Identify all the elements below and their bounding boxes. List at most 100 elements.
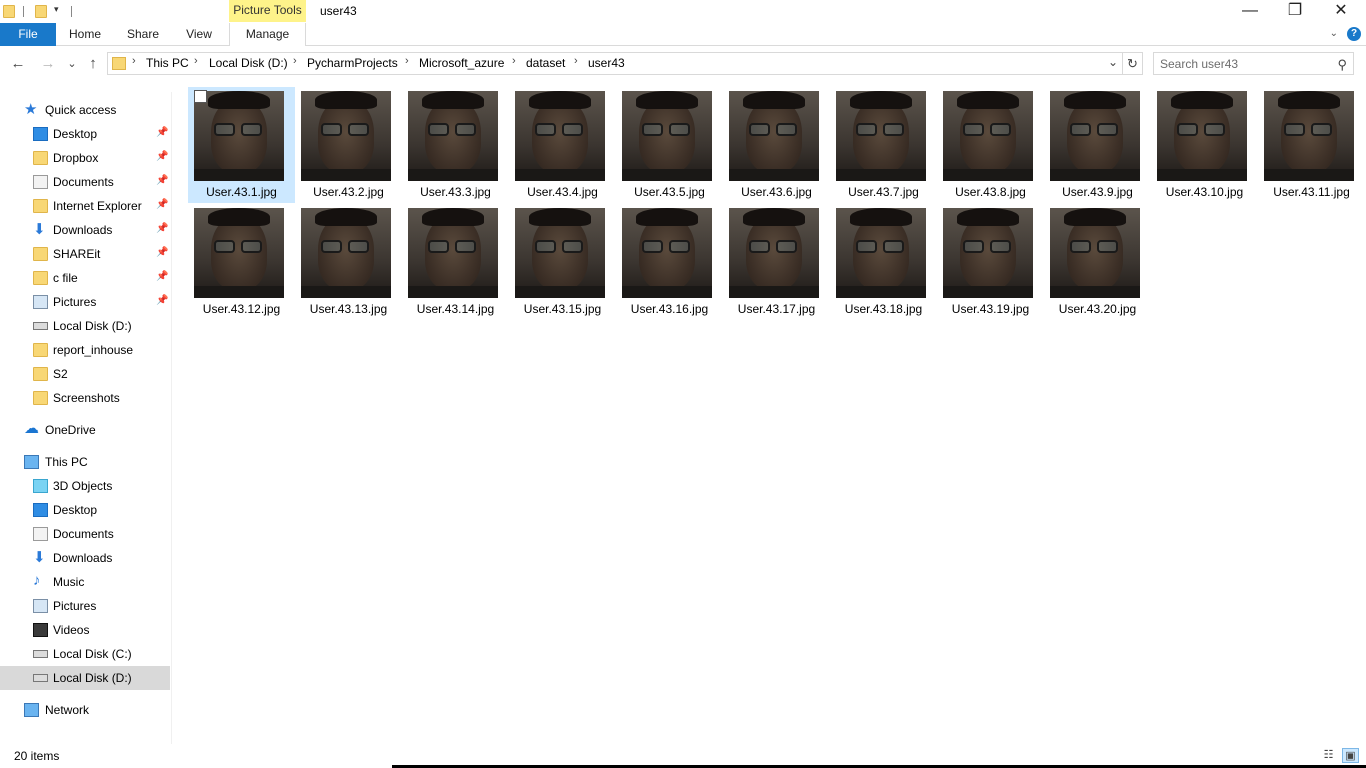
nav-item-music[interactable]: ♪ Music [0,570,170,594]
tab-home[interactable]: Home [62,23,108,46]
breadcrumb-pycharmprojects[interactable]: PycharmProjects [307,56,398,70]
nav-item-onedrive[interactable]: ☁ OneDrive [0,418,170,442]
expand-ribbon-icon[interactable]: ⌄ [1330,28,1338,39]
breadcrumb-microsoft-azure[interactable]: Microsoft_azure [419,56,504,70]
folder-icon [33,199,48,213]
file-item[interactable]: User.43.5.jpg [616,87,723,203]
nav-item-label: Local Disk (D:) [53,671,132,685]
pc-icon [24,455,39,469]
refresh-button[interactable]: ↻ [1122,53,1142,74]
file-item[interactable]: User.43.3.jpg [402,87,509,203]
file-item[interactable]: User.43.19.jpg [937,204,1044,320]
nav-item-this-pc[interactable]: This PC [0,450,170,474]
file-item[interactable]: User.43.15.jpg [509,204,616,320]
navigation-pane: ★ Quick access Desktop 📌 Dropbox 📌 Documents 📌 I… [0,92,172,744]
nav-item-label: Quick access [45,103,117,117]
address-bar[interactable]: › This PC › Local Disk (D:) › PycharmPro… [107,52,1143,75]
file-item[interactable]: User.43.14.jpg [402,204,509,320]
tab-share[interactable]: Share [121,23,165,46]
nav-item-documents[interactable]: Documents [0,522,170,546]
tab-view[interactable]: View [178,23,220,46]
file-item[interactable]: User.43.12.jpg [188,204,295,320]
up-button[interactable]: ↑ [84,54,102,74]
breadcrumb-user43[interactable]: user43 [588,56,625,70]
file-item[interactable]: User.43.20.jpg [1044,204,1151,320]
file-item[interactable]: User.43.4.jpg [509,87,616,203]
chevron-right-icon[interactable]: › [512,55,516,67]
minimize-button[interactable]: — [1227,0,1273,22]
nav-item-screenshots[interactable]: Screenshots [0,386,170,410]
close-button[interactable]: ✕ [1318,0,1364,22]
folder-icon [3,5,15,18]
chevron-right-icon[interactable]: › [405,55,409,67]
tab-manage[interactable]: Manage [229,23,306,46]
file-item[interactable]: User.43.9.jpg [1044,87,1151,203]
nav-item-label: Pictures [53,295,97,309]
nav-item-network[interactable]: Network [0,698,170,722]
address-dropdown-icon[interactable]: ⌄ [1108,55,1118,69]
search-icon[interactable]: ⚲ [1337,57,1347,73]
ribbon-tabs: File Home Share View Manage ⌄ ? [0,23,1366,46]
file-item[interactable]: User.43.16.jpg [616,204,723,320]
back-button[interactable]: ← [9,54,27,74]
nav-item-videos[interactable]: Videos [0,618,170,642]
pictures-icon [33,295,48,309]
nav-item-report-inhouse[interactable]: report_inhouse [0,338,170,362]
nav-item-dropbox[interactable]: Dropbox 📌 [0,146,170,170]
nav-item-quick-access[interactable]: ★ Quick access [0,98,170,122]
file-item[interactable]: User.43.6.jpg [723,87,830,203]
file-item[interactable]: User.43.7.jpg [830,87,937,203]
nav-item-local-disk-c[interactable]: Local Disk (C:) [0,642,170,666]
search-box[interactable]: ⚲ [1153,52,1354,75]
nav-item-local-disk-d[interactable]: Local Disk (D:) [0,314,170,338]
breadcrumb-this-pc[interactable]: This PC [146,56,189,70]
nav-item-label: Internet Explorer [53,199,142,213]
nav-item-local-disk-d[interactable]: Local Disk (D:) [0,666,170,690]
nav-item-shareit[interactable]: SHAREit 📌 [0,242,170,266]
chevron-right-icon[interactable]: › [293,55,297,67]
file-item[interactable]: User.43.8.jpg [937,87,1044,203]
file-item[interactable]: User.43.17.jpg [723,204,830,320]
details-view-button[interactable]: ☷ [1320,748,1337,763]
chevron-right-icon[interactable]: › [132,55,136,67]
image-thumbnail [943,91,1033,181]
chevron-right-icon[interactable]: › [194,55,198,67]
search-input[interactable] [1160,56,1330,72]
documents-icon [33,175,48,189]
nav-item-c-file[interactable]: c file 📌 [0,266,170,290]
nav-item-desktop[interactable]: Desktop [0,498,170,522]
nav-item-downloads[interactable]: ⬇ Downloads [0,546,170,570]
nav-item-s2[interactable]: S2 [0,362,170,386]
file-item[interactable]: User.43.11.jpg [1258,87,1365,203]
image-thumbnail [408,208,498,298]
nav-item-3d-objects[interactable]: 3D Objects [0,474,170,498]
file-name: User.43.2.jpg [313,185,384,199]
nav-item-downloads[interactable]: ⬇ Downloads 📌 [0,218,170,242]
select-checkbox[interactable] [194,90,207,103]
large-icons-view-button[interactable]: ▣ [1342,748,1359,763]
file-item[interactable]: User.43.2.jpg [295,87,402,203]
file-item[interactable]: User.43.13.jpg [295,204,402,320]
maximize-button[interactable]: ❐ [1272,0,1318,22]
cloud-icon: ☁ [24,420,39,437]
recent-locations-button[interactable]: ⌄ [63,54,81,74]
file-item[interactable]: User.43.18.jpg [830,204,937,320]
nav-item-desktop[interactable]: Desktop 📌 [0,122,170,146]
quick-access-toolbar-dropdown[interactable]: ▾ [54,4,59,15]
folder-icon [33,367,48,381]
new-folder-icon[interactable] [35,5,47,18]
music-icon: ♪ [33,572,41,589]
nav-item-pictures[interactable]: Pictures [0,594,170,618]
help-icon[interactable]: ? [1347,27,1361,41]
image-thumbnail [194,208,284,298]
file-item[interactable]: User.43.10.jpg [1151,87,1258,203]
nav-item-documents[interactable]: Documents 📌 [0,170,170,194]
nav-item-internet-explorer[interactable]: Internet Explorer 📌 [0,194,170,218]
forward-button[interactable]: → [39,54,57,74]
tab-file[interactable]: File [0,23,56,46]
file-item[interactable]: User.43.1.jpg [188,87,295,203]
breadcrumb-local-disk-d[interactable]: Local Disk (D:) [209,56,288,70]
breadcrumb-dataset[interactable]: dataset [526,56,565,70]
nav-item-pictures[interactable]: Pictures 📌 [0,290,170,314]
chevron-right-icon[interactable]: › [574,55,578,67]
